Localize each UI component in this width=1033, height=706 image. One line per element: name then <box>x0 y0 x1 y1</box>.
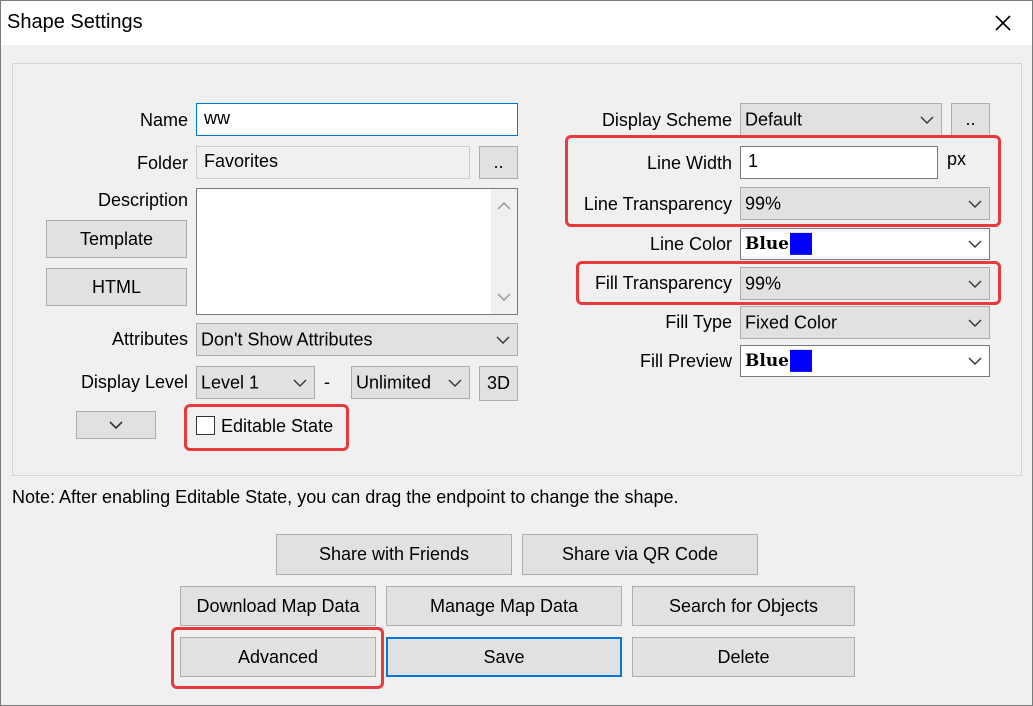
share-via-qr-button[interactable]: Share via QR Code <box>522 534 758 575</box>
description-label: Description <box>97 190 188 210</box>
expand-button[interactable] <box>76 411 156 439</box>
fill-type-label: Fill Type <box>665 312 732 332</box>
shape-settings-dialog: Shape Settings Name ww Folder Favorites … <box>0 0 1033 706</box>
chevron-down-icon <box>293 379 307 387</box>
fill-preview-name: Blue <box>745 350 790 371</box>
html-button[interactable]: HTML <box>46 268 187 306</box>
chevron-down-icon <box>968 319 982 327</box>
display-scheme-browse-button[interactable]: .. <box>951 103 990 136</box>
description-textarea[interactable] <box>196 188 518 315</box>
3d-button[interactable]: 3D <box>479 366 518 401</box>
folder-field-value: Favorites <box>204 151 279 171</box>
scroll-up-icon[interactable] <box>497 201 511 211</box>
fill-transparency-select[interactable]: 99% <box>740 267 990 300</box>
name-input[interactable]: ww <box>196 103 518 136</box>
attributes-select[interactable]: Don't Show Attributes <box>196 323 518 356</box>
template-button[interactable]: Template <box>46 220 187 258</box>
display-level-to-select[interactable]: Unlimited <box>351 366 470 399</box>
line-width-input[interactable]: 1 <box>740 146 938 179</box>
chevron-down-icon <box>496 336 510 344</box>
search-for-objects-button[interactable]: Search for Objects <box>632 586 855 626</box>
line-width-unit: px <box>947 149 967 169</box>
display-level-label: Display Level <box>80 372 188 392</box>
scroll-down-icon[interactable] <box>497 292 511 302</box>
line-color-swatch <box>790 233 813 256</box>
name-label: Name <box>139 110 188 130</box>
chevron-down-icon <box>448 379 462 387</box>
display-level-separator: - <box>324 372 330 392</box>
display-level-from-value: Level 1 <box>201 372 260 392</box>
folder-label: Folder <box>136 153 188 173</box>
folder-browse-button[interactable]: .. <box>479 146 518 179</box>
name-input-value: ww <box>204 108 230 128</box>
chevron-down-icon <box>968 240 982 248</box>
description-scrollbar[interactable] <box>491 189 517 314</box>
fill-preview-label: Fill Preview <box>639 351 732 371</box>
chevron-down-icon <box>920 116 934 124</box>
fill-type-value: Fixed Color <box>745 312 838 332</box>
line-transparency-value: 99% <box>745 193 782 213</box>
window-title: Shape Settings <box>7 11 143 33</box>
chevron-down-icon <box>968 280 982 288</box>
delete-button[interactable]: Delete <box>632 637 855 677</box>
display-level-from-select[interactable]: Level 1 <box>196 366 315 399</box>
line-color-select[interactable]: Blue <box>740 228 990 260</box>
fill-preview-select[interactable]: Blue <box>740 345 990 377</box>
fill-preview-value: Blue <box>745 350 813 373</box>
advanced-button[interactable]: Advanced <box>180 637 376 677</box>
line-transparency-label: Line Transparency <box>583 194 732 214</box>
manage-map-data-button[interactable]: Manage Map Data <box>386 586 622 626</box>
share-with-friends-button[interactable]: Share with Friends <box>276 534 512 575</box>
editable-state-note: Note: After enabling Editable State, you… <box>12 487 679 507</box>
title-bar: Shape Settings <box>1 1 1032 45</box>
line-color-name: Blue <box>745 233 790 254</box>
chevron-down-icon <box>109 421 123 430</box>
display-scheme-label: Display Scheme <box>601 110 732 130</box>
line-width-value: 1 <box>748 151 759 171</box>
save-button[interactable]: Save <box>386 637 622 677</box>
editable-state-checkbox[interactable] <box>196 416 215 435</box>
chevron-down-icon <box>968 357 982 365</box>
line-transparency-select[interactable]: 99% <box>740 187 990 220</box>
fill-transparency-value: 99% <box>745 273 782 293</box>
line-width-label: Line Width <box>646 153 732 173</box>
fill-transparency-label: Fill Transparency <box>594 273 732 293</box>
display-level-to-value: Unlimited <box>356 372 432 392</box>
line-color-value: Blue <box>745 233 813 256</box>
close-icon <box>995 15 1011 31</box>
attributes-label: Attributes <box>111 329 188 349</box>
editable-state-label[interactable]: Editable State <box>221 416 333 437</box>
attributes-select-value: Don't Show Attributes <box>201 329 373 349</box>
fill-type-select[interactable]: Fixed Color <box>740 306 990 339</box>
display-scheme-value: Default <box>745 109 803 129</box>
download-map-data-button[interactable]: Download Map Data <box>180 586 376 626</box>
close-button[interactable] <box>983 5 1023 41</box>
folder-field: Favorites <box>196 146 470 179</box>
chevron-down-icon <box>968 200 982 208</box>
display-scheme-select[interactable]: Default <box>740 103 942 136</box>
fill-preview-swatch <box>790 350 813 373</box>
line-color-label: Line Color <box>649 234 732 254</box>
